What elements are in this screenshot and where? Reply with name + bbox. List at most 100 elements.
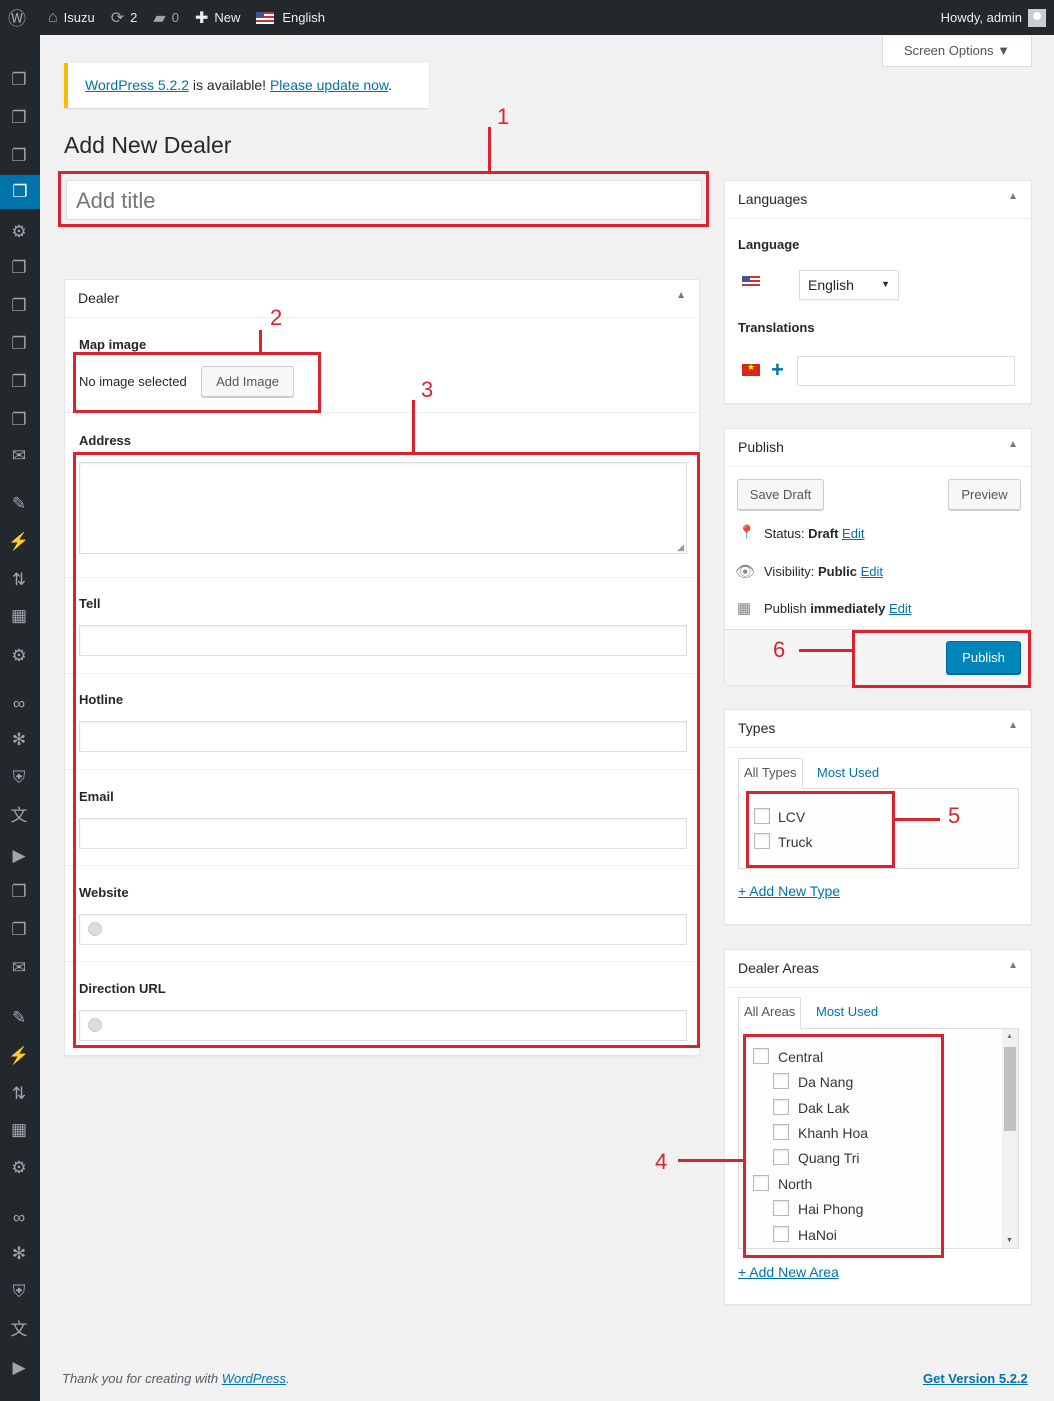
update-now-link[interactable]: Please update now xyxy=(270,77,388,93)
updates-link[interactable]: ⟳ 2 xyxy=(103,0,146,35)
plus-icon: ✚ xyxy=(194,9,209,27)
pages-icon[interactable]: ❐ xyxy=(8,919,30,941)
appearance-icon[interactable]: ✎ xyxy=(8,1007,30,1029)
tools-icon[interactable]: ▦ xyxy=(8,605,30,627)
status-row: Status: Draft Edit xyxy=(764,526,865,541)
appearance-icon[interactable]: ✎ xyxy=(8,493,30,515)
settings-icon[interactable]: ⚙ xyxy=(8,1157,30,1179)
plugins-icon[interactable]: ⚡ xyxy=(8,531,30,553)
wordpress-logo-icon[interactable]: Ⓦ xyxy=(0,0,40,35)
comments-link[interactable]: ▰ 0 xyxy=(145,0,187,35)
add-translation-plus-icon[interactable]: + xyxy=(771,357,784,383)
language-switcher[interactable]: English xyxy=(248,0,333,35)
get-version-link[interactable]: Get Version 5.2.2 xyxy=(923,1371,1028,1386)
account-menu[interactable]: Howdy, admin xyxy=(941,8,1054,27)
schedule-row: Publish immediately Edit xyxy=(764,601,912,616)
annotation-number-6: 6 xyxy=(773,637,786,662)
annotation-number-5: 5 xyxy=(948,803,961,828)
preview-button[interactable]: Preview xyxy=(948,479,1021,510)
annotation-box-3 xyxy=(73,452,700,1048)
annotation-box-1 xyxy=(58,171,709,227)
tools-icon[interactable]: ▦ xyxy=(8,1119,30,1141)
gear-icon[interactable]: ✻ xyxy=(8,1243,30,1265)
language-label: Language xyxy=(738,237,800,252)
admin-bar: Ⓦ ⌂ Isuzu ⟳ 2 ▰ 0 ✚ New English Howdy, admin xyxy=(0,0,1054,35)
scroll-down-icon[interactable]: ▼ xyxy=(1006,1237,1013,1244)
shield-icon[interactable]: ⛨ xyxy=(8,1281,30,1303)
home-icon: ⌂ xyxy=(48,8,58,26)
pages-icon[interactable]: ❐ xyxy=(8,145,30,167)
tab-all-areas[interactable]: All Areas xyxy=(738,997,802,1029)
tab-most-used-areas[interactable]: Most Used xyxy=(816,1004,878,1019)
annotation-box-2 xyxy=(73,352,321,413)
languages-box-title: Languages xyxy=(738,191,808,207)
language-select[interactable]: English ▼ xyxy=(799,270,899,300)
pages-icon[interactable]: ❐ xyxy=(8,257,30,279)
collapse-arrow-icon[interactable]: ▲ xyxy=(676,290,686,307)
dealer-areas-box-title: Dealer Areas xyxy=(738,960,819,976)
save-draft-button[interactable]: Save Draft xyxy=(737,479,824,510)
plugins-icon[interactable]: ⚡ xyxy=(8,1045,30,1067)
pages-icon[interactable]: ❐ xyxy=(8,295,30,317)
site-name-link[interactable]: ⌂ Isuzu xyxy=(40,0,103,35)
screen-options-button[interactable]: Screen Options ▼ xyxy=(882,36,1032,67)
settings-icon[interactable]: ⚙ xyxy=(8,645,30,667)
new-content-link[interactable]: ✚ New xyxy=(187,0,248,35)
annotation-line-6 xyxy=(799,649,854,652)
scroll-up-icon[interactable]: ▲ xyxy=(1006,1033,1013,1040)
pages-icon[interactable]: ❐ xyxy=(8,371,30,393)
pages-icon[interactable]: ❐ xyxy=(8,409,30,431)
edit-schedule-link[interactable]: Edit xyxy=(889,601,911,616)
eye-icon: 👁 xyxy=(735,564,756,581)
add-new-type-link[interactable]: + Add New Type xyxy=(738,883,840,899)
pages-icon[interactable]: ❐ xyxy=(8,881,30,903)
link-icon[interactable]: ∞ xyxy=(8,693,30,715)
vietnam-flag-icon xyxy=(742,362,760,376)
annotation-line-2 xyxy=(259,330,262,354)
shield-icon[interactable]: ⛨ xyxy=(8,767,30,789)
scrollbar[interactable]: ▲ ▼ xyxy=(1002,1029,1018,1248)
add-new-area-link[interactable]: + Add New Area xyxy=(738,1264,839,1280)
wordpress-version-link[interactable]: WordPress 5.2.2 xyxy=(85,77,189,93)
dealers-icon[interactable]: ❐ xyxy=(0,175,40,209)
collapse-arrow-icon[interactable]: ▲ xyxy=(1008,439,1018,456)
media-icon[interactable]: ⚙ xyxy=(8,221,30,243)
play-icon[interactable]: ▶ xyxy=(8,845,30,867)
play-icon[interactable]: ▶ xyxy=(8,1357,30,1379)
pages-icon[interactable]: ❐ xyxy=(8,107,30,129)
scrollbar-thumb[interactable] xyxy=(1004,1047,1016,1131)
admin-sidebar: ❐ ❐ ❐ ❐ ⚙ ❐ ❐ ❐ ❐ ❐ ✉ ✎ ⚡ ⇅ ▦ ⚙ ∞ ✻ ⛨ 文 … xyxy=(0,35,40,1401)
users-icon[interactable]: ⇅ xyxy=(8,1083,30,1105)
gear-icon[interactable]: ✻ xyxy=(8,729,30,751)
page-title: Add New Dealer xyxy=(64,132,232,158)
collapse-arrow-icon[interactable]: ▲ xyxy=(1008,720,1018,737)
translation-input[interactable] xyxy=(797,356,1015,386)
annotation-line-1 xyxy=(488,127,491,173)
collapse-arrow-icon[interactable]: ▲ xyxy=(1008,191,1018,208)
footer-thanks: Thank you for creating with WordPress. xyxy=(62,1371,290,1386)
types-box-title: Types xyxy=(738,720,776,736)
chevron-down-icon: ▼ xyxy=(881,279,890,289)
tab-all-types[interactable]: All Types xyxy=(738,758,803,789)
pages-icon[interactable]: ❐ xyxy=(8,333,30,355)
us-flag-icon xyxy=(742,276,760,288)
comment-icon: ▰ xyxy=(153,9,166,27)
users-icon[interactable]: ⇅ xyxy=(8,569,30,591)
wordpress-link[interactable]: WordPress xyxy=(222,1371,286,1386)
refresh-icon: ⟳ xyxy=(110,9,125,27)
mail-icon[interactable]: ✉ xyxy=(8,445,30,467)
link-icon[interactable]: ∞ xyxy=(8,1207,30,1229)
calendar-icon: ▦ xyxy=(737,600,752,617)
annotation-line-5 xyxy=(893,818,940,821)
annotation-number-2: 2 xyxy=(270,305,283,330)
pages-icon[interactable]: ❐ xyxy=(8,69,30,91)
mail-icon[interactable]: ✉ xyxy=(8,957,30,979)
annotation-box-6 xyxy=(852,630,1031,688)
annotation-line-3 xyxy=(412,400,415,454)
tab-most-used-types[interactable]: Most Used xyxy=(817,765,879,780)
edit-visibility-link[interactable]: Edit xyxy=(861,564,883,579)
collapse-arrow-icon[interactable]: ▲ xyxy=(1008,960,1018,977)
translate-icon[interactable]: 文 xyxy=(8,1319,30,1341)
edit-status-link[interactable]: Edit xyxy=(842,526,864,541)
translate-icon[interactable]: 文 xyxy=(8,805,30,827)
